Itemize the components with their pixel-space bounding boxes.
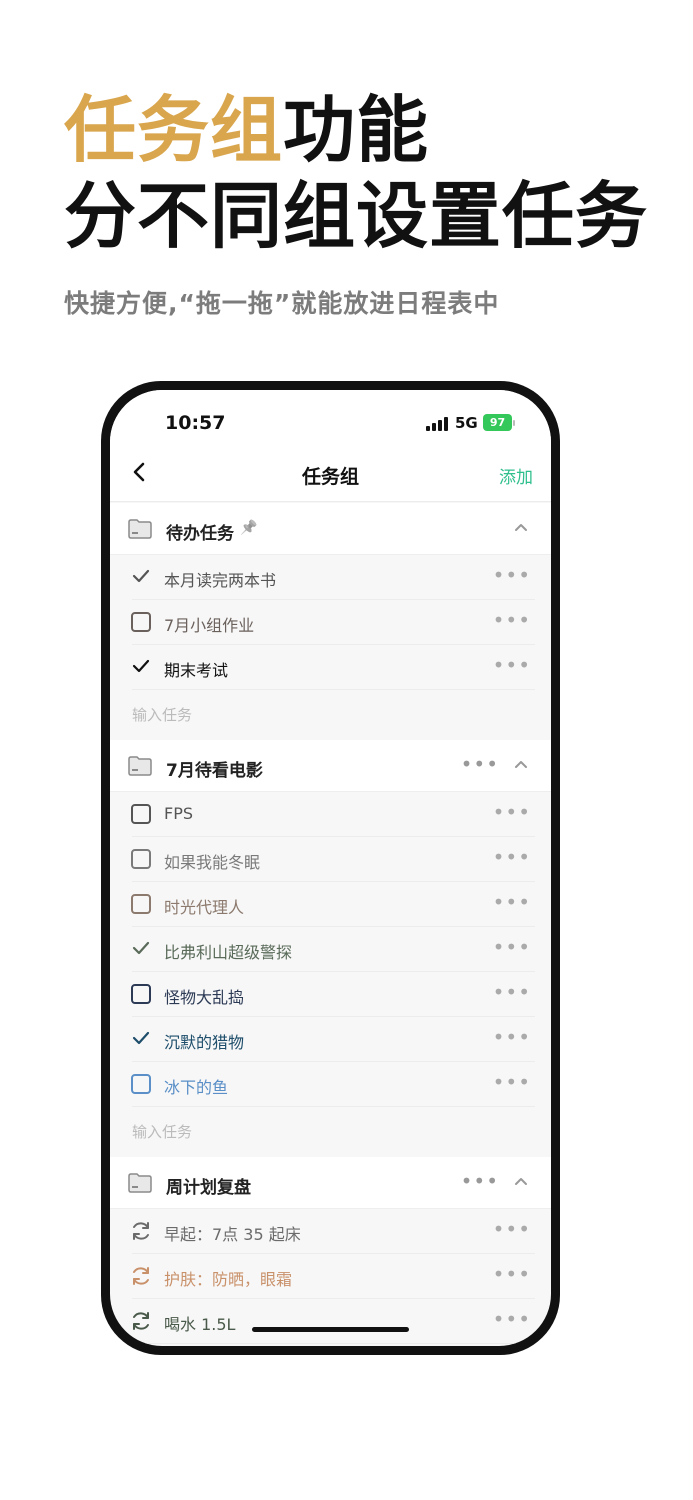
task-more-icon[interactable]: •••: [493, 1262, 531, 1286]
task-more-icon[interactable]: •••: [493, 980, 531, 1004]
repeat-icon[interactable]: [129, 1219, 153, 1243]
checkbox[interactable]: [131, 612, 151, 632]
collapse-chevron-up-icon[interactable]: [513, 1173, 529, 1189]
task-label: 7月小组作业: [164, 616, 255, 635]
task-label: 喝水 1.5L: [164, 1315, 236, 1334]
task-group-list: 待办任务 📌 本月读完两本书 ••• 7月小组作业 ••• 期末考试 ••• 输入任务 7月待看电…: [110, 503, 551, 1344]
task-row[interactable]: FPS •••: [110, 792, 551, 837]
checkbox[interactable]: [131, 804, 151, 824]
add-task-placeholder: 输入任务: [132, 706, 193, 724]
group-title: 7月待看电影: [166, 761, 263, 781]
status-time: 10:57: [165, 412, 226, 434]
network-label: 5G: [455, 414, 478, 432]
task-more-icon[interactable]: •••: [493, 935, 531, 959]
task-row[interactable]: 怪物大乱捣 •••: [110, 972, 551, 1017]
task-more-icon[interactable]: •••: [493, 563, 531, 587]
task-more-icon[interactable]: •••: [493, 1070, 531, 1094]
home-indicator: [252, 1327, 409, 1332]
add-task-placeholder: 输入任务: [132, 1123, 193, 1141]
task-label: 怪物大乱捣: [164, 988, 245, 1007]
task-label: FPS: [164, 804, 194, 823]
add-task-input[interactable]: 输入任务: [110, 690, 551, 740]
task-row[interactable]: 早起：7点 35 起床 •••: [110, 1209, 551, 1254]
group-more-icon[interactable]: •••: [461, 752, 499, 776]
collapse-chevron-up-icon[interactable]: [513, 756, 529, 772]
phone-screen: 10:57 5G 97 任务组 添加 待办任务 📌 本月读完两本书 ••• 7月小组作业…: [110, 390, 551, 1346]
checkbox[interactable]: [131, 849, 151, 869]
checkbox[interactable]: [131, 894, 151, 914]
group-header[interactable]: 待办任务 📌: [110, 503, 551, 555]
task-row[interactable]: 护肤：防晒，眼霜 •••: [110, 1254, 551, 1299]
task-row[interactable]: 沉默的猎物 •••: [110, 1017, 551, 1062]
group-header[interactable]: 7月待看电影 •••: [110, 740, 551, 792]
status-bar: 10:57 5G 97: [110, 390, 551, 446]
nav-bar: 任务组 添加: [110, 446, 551, 502]
collapse-chevron-up-icon[interactable]: [513, 519, 529, 535]
task-row[interactable]: 冰下的鱼 •••: [110, 1062, 551, 1107]
task-label: 冰下的鱼: [164, 1078, 229, 1097]
hero-subtitle: 快捷方便,“拖一拖”就能放进日程表中: [64, 289, 500, 318]
add-task-input[interactable]: 输入任务: [110, 1107, 551, 1157]
task-row[interactable]: 喝水 1.5L •••: [110, 1299, 551, 1344]
group-title: 周计划复盘: [166, 1178, 251, 1198]
task-row[interactable]: 7月小组作业 •••: [110, 600, 551, 645]
battery-icon: 97: [483, 414, 512, 431]
add-button[interactable]: 添加: [499, 463, 533, 488]
checkmark-icon[interactable]: [130, 1027, 152, 1049]
group-more-icon[interactable]: •••: [461, 1169, 499, 1193]
phone-frame: 10:57 5G 97 任务组 添加 待办任务 📌 本月读完两本书 ••• 7月小组作业…: [101, 381, 560, 1355]
repeat-icon[interactable]: [129, 1264, 153, 1288]
checkbox[interactable]: [131, 984, 151, 1004]
task-label: 早起：7点 35 起床: [164, 1225, 301, 1244]
task-label: 比弗利山超级警探: [164, 943, 293, 962]
task-more-icon[interactable]: •••: [493, 845, 531, 869]
task-row[interactable]: 本月读完两本书 •••: [110, 555, 551, 600]
hero-title-line2: 分不同组设置任务: [64, 173, 649, 258]
folder-icon: [128, 1173, 152, 1193]
hero-headline: 任务组功能 分不同组设置任务 快捷方便,“拖一拖”就能放进日程表中: [64, 88, 648, 320]
task-more-icon[interactable]: •••: [493, 1025, 531, 1049]
task-label: 如果我能冬眠: [164, 853, 261, 872]
hero-title-accent: 任务组: [64, 87, 284, 172]
group-header[interactable]: 周计划复盘 •••: [110, 1157, 551, 1209]
task-more-icon[interactable]: •••: [493, 653, 531, 677]
task-more-icon[interactable]: •••: [493, 1307, 531, 1331]
task-more-icon[interactable]: •••: [493, 608, 531, 632]
task-row[interactable]: 比弗利山超级警探 •••: [110, 927, 551, 972]
task-row[interactable]: 如果我能冬眠 •••: [110, 837, 551, 882]
task-label: 期末考试: [164, 661, 229, 680]
group-title: 待办任务: [166, 524, 234, 544]
task-label: 本月读完两本书: [164, 571, 277, 590]
task-more-icon[interactable]: •••: [493, 1217, 531, 1241]
task-label: 护肤：防晒，眼霜: [164, 1270, 293, 1289]
hero-title-rest: 功能: [283, 87, 430, 172]
task-more-icon[interactable]: •••: [493, 890, 531, 914]
signal-icon: [426, 417, 448, 431]
task-label: 沉默的猎物: [164, 1033, 245, 1052]
task-label: 时光代理人: [164, 898, 245, 917]
checkbox[interactable]: [131, 1074, 151, 1094]
checkmark-icon[interactable]: [130, 937, 152, 959]
battery-tip: [513, 420, 515, 426]
page-title: 任务组: [301, 466, 359, 488]
hero-title-line1: 任务组功能: [64, 88, 648, 172]
task-more-icon[interactable]: •••: [493, 800, 531, 824]
task-row[interactable]: 时光代理人 •••: [110, 882, 551, 927]
task-row[interactable]: 期末考试 •••: [110, 645, 551, 690]
divider: [132, 1343, 535, 1344]
checkmark-icon[interactable]: [130, 655, 152, 677]
repeat-icon[interactable]: [129, 1309, 153, 1333]
checkmark-icon[interactable]: [130, 565, 152, 587]
folder-icon: [128, 756, 152, 776]
pin-icon: 📌: [240, 520, 258, 536]
folder-icon: [128, 519, 152, 539]
